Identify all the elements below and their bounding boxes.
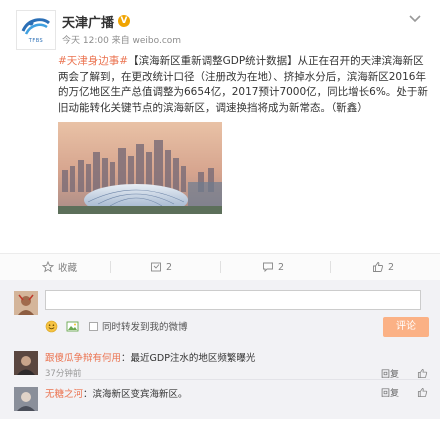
star-icon bbox=[42, 261, 54, 273]
comment-icon bbox=[263, 262, 273, 273]
thumbs-up-icon[interactable] bbox=[417, 368, 428, 379]
repost-count: 2 bbox=[166, 261, 173, 273]
favorite-button[interactable]: 收藏 bbox=[42, 254, 77, 280]
name-row: 天津广播 V bbox=[62, 12, 131, 31]
repost-button[interactable]: 2 bbox=[150, 254, 172, 280]
comment-body: ：滨海新区变宾海新区。 bbox=[83, 389, 188, 400]
comment-user-link[interactable]: 跟傻瓜争辩有何用 bbox=[45, 353, 121, 364]
logo-text: TFBS bbox=[28, 38, 44, 44]
comment-section: 同时转发到我的微博 评论 跟傻瓜争辩有何用：最近GDP注水的地区频繁曝光 37分… bbox=[0, 280, 440, 419]
avatar-image-icon bbox=[14, 387, 38, 411]
verified-badge-icon: V bbox=[118, 15, 131, 27]
comment-button[interactable]: 2 bbox=[262, 254, 284, 280]
thumbs-up-icon[interactable] bbox=[417, 387, 428, 398]
comment-input[interactable] bbox=[45, 290, 421, 310]
comment-item: 跟傻瓜争辩有何用：最近GDP注水的地区频繁曝光 37分钟前 回复 bbox=[0, 348, 440, 386]
tfbs-logo-icon bbox=[21, 18, 50, 35]
city-skyline-image bbox=[58, 122, 222, 214]
like-button[interactable]: 2 bbox=[372, 254, 394, 280]
comment-body: ：最近GDP注水的地区频繁曝光 bbox=[121, 353, 256, 364]
comment-text: 跟傻瓜争辩有何用：最近GDP注水的地区频繁曝光 bbox=[45, 350, 255, 364]
image-upload-icon[interactable] bbox=[66, 320, 79, 333]
comment-time: 37分钟前 bbox=[45, 369, 82, 379]
submit-comment-button[interactable]: 评论 bbox=[383, 317, 429, 337]
my-avatar bbox=[14, 291, 38, 315]
divider bbox=[330, 261, 331, 273]
post-meta: 今天 12:00 来自 weibo.com bbox=[62, 36, 182, 46]
post-header: TFBS 天津广播 V 今天 12:00 来自 weibo.com bbox=[16, 10, 426, 50]
divider bbox=[110, 261, 111, 273]
account-avatar[interactable]: TFBS bbox=[16, 10, 56, 50]
commenter-avatar[interactable] bbox=[14, 351, 38, 375]
comment-divider bbox=[45, 379, 430, 380]
favorite-label: 收藏 bbox=[58, 263, 78, 274]
avatar-image-icon bbox=[14, 351, 38, 375]
account-name[interactable]: 天津广播 bbox=[62, 12, 114, 31]
also-repost-label: 同时转发到我的微博 bbox=[102, 322, 188, 333]
emoji-icon[interactable] bbox=[45, 320, 58, 333]
comment-count: 2 bbox=[278, 261, 285, 273]
weibo-post-card: TFBS 天津广播 V 今天 12:00 来自 weibo.com #天津身边事… bbox=[0, 0, 440, 419]
comment-text: 无糖之河：滨海新区变宾海新区。 bbox=[45, 386, 188, 400]
repost-icon bbox=[151, 262, 161, 272]
comment-tools: 同时转发到我的微博 bbox=[45, 319, 188, 333]
thumbs-up-icon bbox=[373, 262, 384, 272]
post-text: #天津身边事#【滨海新区重新调整GDP统计数据】从正在召开的天津滨海新区两会了解… bbox=[58, 54, 428, 116]
also-repost-checkbox[interactable] bbox=[89, 321, 98, 331]
comment-item: 无糖之河：滨海新区变宾海新区。 回复 bbox=[0, 384, 440, 422]
action-bar: 收藏 2 2 2 bbox=[0, 253, 440, 281]
comment-actions: 回复 bbox=[381, 386, 428, 399]
chevron-down-icon[interactable] bbox=[408, 14, 422, 24]
like-count: 2 bbox=[388, 261, 395, 273]
reply-button[interactable]: 回复 bbox=[381, 386, 399, 399]
commenter-avatar[interactable] bbox=[14, 387, 38, 411]
comment-user-link[interactable]: 无糖之河 bbox=[45, 389, 83, 400]
post-topic-link[interactable]: #天津身边事# bbox=[58, 55, 128, 67]
avatar-image-icon bbox=[14, 291, 38, 315]
post-image[interactable] bbox=[58, 122, 222, 214]
divider bbox=[220, 261, 221, 273]
